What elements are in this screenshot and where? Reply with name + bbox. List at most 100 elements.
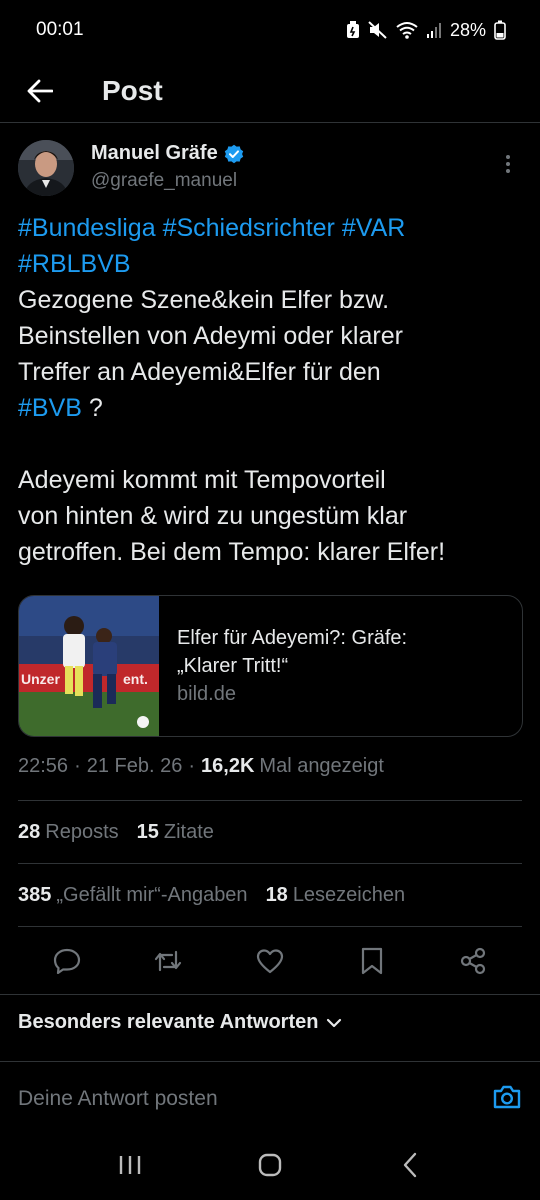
system-back-button[interactable] (380, 1140, 440, 1190)
bookmark-icon (361, 947, 382, 975)
mute-icon (368, 21, 387, 39)
hashtag-link[interactable]: #BVB (18, 394, 82, 422)
stats-divider (18, 926, 522, 927)
header-divider (0, 122, 540, 123)
hashtag-link[interactable]: #VAR (342, 214, 405, 242)
verified-badge-icon (224, 144, 243, 163)
tweet-line: von hinten & wird zu ungestüm klar (18, 502, 408, 530)
wifi-icon (396, 22, 418, 39)
stats-row: 385 „Gefällt mir“-Angaben 18 Lesezeichen (18, 884, 405, 907)
hashtag-link[interactable]: #Schiedsrichter (163, 214, 335, 242)
post-date[interactable]: 21 Feb. 26 (87, 755, 183, 778)
hashtag-link[interactable]: #Bundesliga (18, 214, 156, 242)
like-button[interactable] (248, 939, 292, 983)
battery-percent: 28% (449, 19, 486, 40)
status-icons: 28% (346, 20, 506, 41)
tweet-line: Treffer an Adeyemi&Elfer für den (18, 358, 381, 386)
tweet-line: Adeyemi kommt mit Tempovorteil (18, 466, 386, 494)
replies-sort-label: Besonders relevante Antworten (18, 1011, 319, 1033)
tweet-text: #Bundesliga #Schiedsrichter #VAR #RBLBVB… (18, 210, 522, 570)
separator-dot: · (74, 755, 81, 777)
status-bar: 00:01 28% (0, 0, 540, 60)
reposts-stat[interactable]: 28 Reposts (18, 821, 119, 844)
system-nav-bar (0, 1130, 540, 1200)
link-preview-card[interactable]: Unzer ent. Elfer für Adeyemi?: Gräfe: „K… (18, 595, 523, 737)
like-icon (256, 949, 284, 974)
battery-icon (494, 20, 506, 40)
post-meta: 22:56 · 21 Feb. 26 · 16,2K Mal angezeigt (18, 755, 384, 778)
link-title-line: „Klarer Tritt!“ (177, 655, 289, 677)
bookmarks-count: 18 (265, 884, 288, 906)
bookmark-button[interactable] (350, 939, 394, 983)
back-button[interactable] (20, 71, 60, 111)
reply-composer: Deine Antwort posten (0, 1076, 540, 1122)
recent-apps-button[interactable] (100, 1140, 160, 1190)
more-options-button[interactable] (496, 152, 520, 176)
action-bar (0, 938, 540, 984)
meta-divider (18, 800, 522, 801)
home-icon (258, 1153, 282, 1177)
tweet-line: #BVB ? (18, 390, 522, 426)
signal-icon (426, 23, 441, 38)
chevron-left-icon (403, 1152, 417, 1178)
share-button[interactable] (451, 939, 495, 983)
tweet-line: getroffen. Bei dem Tempo: klarer Elfer! (18, 538, 446, 566)
reposts-label: Reposts (45, 821, 119, 843)
camera-button[interactable] (492, 1084, 522, 1115)
actions-divider (0, 994, 540, 995)
author-name-text: Manuel Gräfe (91, 142, 218, 164)
view-label: Mal angezeigt (259, 755, 384, 777)
svg-text:Unzer: Unzer (21, 671, 60, 687)
link-card-body: Elfer für Adeyemi?: Gräfe: „Klarer Tritt… (159, 596, 407, 736)
more-vertical-icon (506, 155, 510, 173)
separator-dot: · (188, 755, 196, 777)
stats-divider (18, 863, 522, 864)
repost-button[interactable] (146, 939, 190, 983)
tweet-blank-line (18, 426, 522, 462)
link-domain: bild.de (177, 683, 236, 705)
chevron-down-icon (327, 1018, 342, 1027)
hashtag-link[interactable]: #RBLBVB (18, 250, 131, 278)
view-count: 16,2K (201, 755, 255, 777)
repost-icon (155, 950, 182, 972)
likes-count: 385 (18, 884, 52, 906)
top-bar: Post (0, 60, 540, 122)
tweet-line: Beinstellen von Adeymi oder klarer (18, 322, 403, 350)
link-thumbnail: Unzer ent. (19, 596, 159, 736)
reply-button[interactable] (45, 939, 89, 983)
status-time: 00:01 (36, 19, 84, 40)
avatar-image (18, 140, 74, 196)
quotes-label: Zitate (163, 821, 214, 843)
tweet-line: #Bundesliga #Schiedsrichter #VAR (18, 210, 522, 246)
likes-label: „Gefällt mir“-Angaben (56, 884, 248, 906)
reposts-count: 28 (18, 821, 41, 843)
tweet-text-fragment: ? (81, 394, 103, 422)
bookmarks-stat[interactable]: 18 Lesezeichen (266, 884, 406, 907)
replies-divider (0, 1061, 540, 1062)
stats-row: 28 Reposts 15 Zitate (18, 821, 214, 844)
back-arrow-icon (27, 79, 53, 103)
avatar[interactable] (18, 140, 74, 196)
battery-saver-icon (346, 21, 359, 38)
share-icon (461, 947, 486, 975)
link-title-line: Elfer für Adeyemi?: Gräfe: (177, 627, 408, 649)
author-block: Manuel Gräfe @graefe_manuel (18, 138, 522, 198)
quotes-count: 15 (136, 821, 159, 843)
camera-icon (493, 1085, 521, 1108)
recent-apps-icon (119, 1156, 141, 1174)
bookmarks-label: Lesezeichen (292, 884, 406, 906)
thumbnail-image: Unzer ent. (19, 596, 159, 736)
reply-icon (53, 948, 80, 974)
post-time[interactable]: 22:56 (18, 755, 68, 778)
author-name[interactable]: Manuel Gräfe (91, 142, 244, 165)
author-handle[interactable]: @graefe_manuel (91, 170, 237, 192)
likes-stat[interactable]: 385 „Gefällt mir“-Angaben (18, 884, 248, 907)
tweet-line: Gezogene Szene&kein Elfer bzw. (18, 286, 390, 314)
tweet-line: #RBLBVB (18, 246, 522, 282)
quotes-stat[interactable]: 15 Zitate (137, 821, 214, 844)
home-button[interactable] (240, 1140, 300, 1190)
reply-input[interactable]: Deine Antwort posten (18, 1087, 218, 1111)
replies-sort-dropdown[interactable]: Besonders relevante Antworten (18, 1011, 342, 1034)
page-title: Post (102, 75, 163, 106)
svg-text:ent.: ent. (123, 671, 148, 687)
